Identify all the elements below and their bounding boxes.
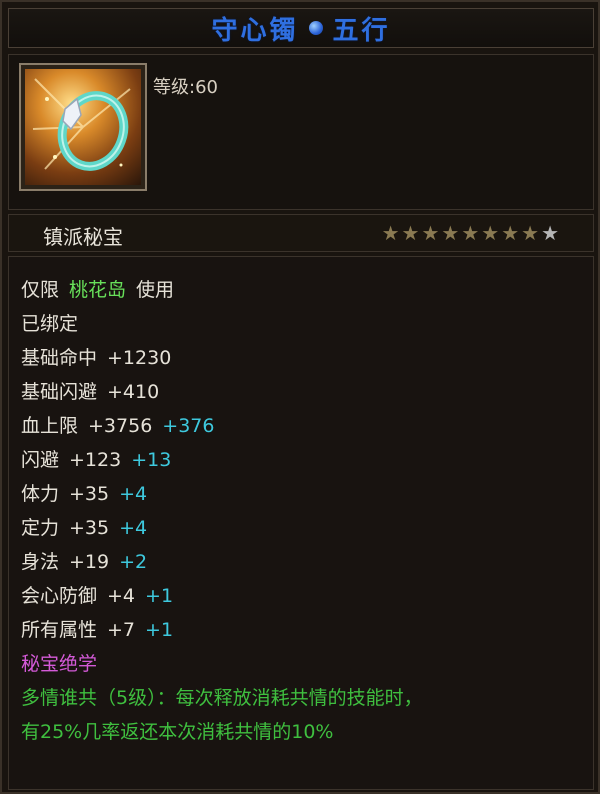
- skill-description-line-1: 多情谁共（5级）：每次释放消耗共情的技能时，: [21, 687, 423, 709]
- skill-description-line-2: 有25%几率返还本次消耗共情的10%: [21, 721, 334, 743]
- stat-base: +3756: [88, 415, 153, 437]
- item-header: 等级:60: [8, 54, 594, 210]
- stat-name: 体力: [21, 483, 60, 505]
- stat-name: 血上限: [21, 415, 79, 437]
- category-label: 镇派秘宝: [43, 225, 123, 249]
- stat-bonus: +1: [145, 619, 174, 641]
- item-attribute: 五行: [332, 15, 391, 46]
- stat-row: 定力 +35 +4: [21, 511, 581, 545]
- stat-bonus: +4: [119, 517, 148, 539]
- star-rating: ★ ★ ★ ★ ★ ★ ★ ★ ★: [382, 221, 559, 245]
- item-tooltip-panel: 守心镯 五行 等级:60 镇派秘宝 ★ ★ ★ ★ ★ ★ ★ ★ ★ 仅限 桃…: [0, 0, 600, 794]
- star-icon: ★: [461, 221, 480, 245]
- stat-name: 会心防御: [21, 585, 98, 607]
- star-icon: ★: [381, 221, 400, 245]
- stat-row: 会心防御 +4 +1: [21, 579, 581, 613]
- star-icon: ★: [481, 221, 500, 245]
- star-icon: ★: [501, 221, 520, 245]
- star-icon: ★: [521, 221, 540, 245]
- stat-name: 闪避: [21, 449, 60, 471]
- restriction-prefix: 仅限: [21, 279, 60, 301]
- stat-base: +19: [69, 551, 110, 573]
- stat-base: +1230: [107, 347, 172, 369]
- stat-base: +35: [69, 483, 110, 505]
- restriction-line: 仅限 桃花岛 使用: [21, 273, 581, 307]
- star-icon: ★: [421, 221, 440, 245]
- stat-base: +35: [69, 517, 110, 539]
- item-details: 仅限 桃花岛 使用 已绑定 基础命中 +1230 基础闪避 +410 血上限 +3756 +…: [8, 256, 594, 790]
- stat-row: 所有属性 +7 +1: [21, 613, 581, 647]
- star-icon: ★: [401, 221, 420, 245]
- item-level: 等级:60: [153, 77, 218, 98]
- stat-row: 身法 +19 +2: [21, 545, 581, 579]
- stat-base: +410: [107, 381, 160, 403]
- stat-name: 所有属性: [21, 619, 98, 641]
- title-bar: 守心镯 五行: [8, 8, 594, 48]
- stat-name: 身法: [21, 551, 60, 573]
- stat-bonus: +376: [162, 415, 215, 437]
- stat-name: 基础命中: [21, 347, 98, 369]
- bound-status: 已绑定: [21, 313, 79, 335]
- stat-base: +7: [107, 619, 136, 641]
- stat-row: 基础命中 +1230: [21, 341, 581, 375]
- restriction-sect: 桃花岛: [69, 279, 127, 301]
- restriction-suffix: 使用: [136, 279, 175, 301]
- details-list: 仅限 桃花岛 使用 已绑定 基础命中 +1230 基础闪避 +410 血上限 +3756 +…: [21, 273, 581, 749]
- stat-name: 定力: [21, 517, 60, 539]
- item-icon-frame: [19, 63, 147, 191]
- star-icon: ★: [441, 221, 460, 245]
- stat-name: 基础闪避: [21, 381, 98, 403]
- item-name: 守心镯: [211, 15, 299, 46]
- skill-header: 秘宝绝学: [21, 653, 98, 675]
- category-row: 镇派秘宝 ★ ★ ★ ★ ★ ★ ★ ★ ★: [8, 214, 594, 252]
- jade-bracelet-icon: [25, 69, 141, 185]
- title-dot-icon: [308, 21, 323, 35]
- stat-base: +123: [69, 449, 122, 471]
- star-empty-icon: ★: [541, 221, 559, 245]
- stat-bonus: +2: [119, 551, 148, 573]
- stat-row: 基础闪避 +410: [21, 375, 581, 409]
- stat-row: 闪避 +123 +13: [21, 443, 581, 477]
- stat-row: 体力 +35 +4: [21, 477, 581, 511]
- stat-bonus: +1: [145, 585, 174, 607]
- stat-row: 血上限 +3756 +376: [21, 409, 581, 443]
- stat-bonus: +13: [131, 449, 172, 471]
- stat-base: +4: [107, 585, 136, 607]
- stat-bonus: +4: [119, 483, 148, 505]
